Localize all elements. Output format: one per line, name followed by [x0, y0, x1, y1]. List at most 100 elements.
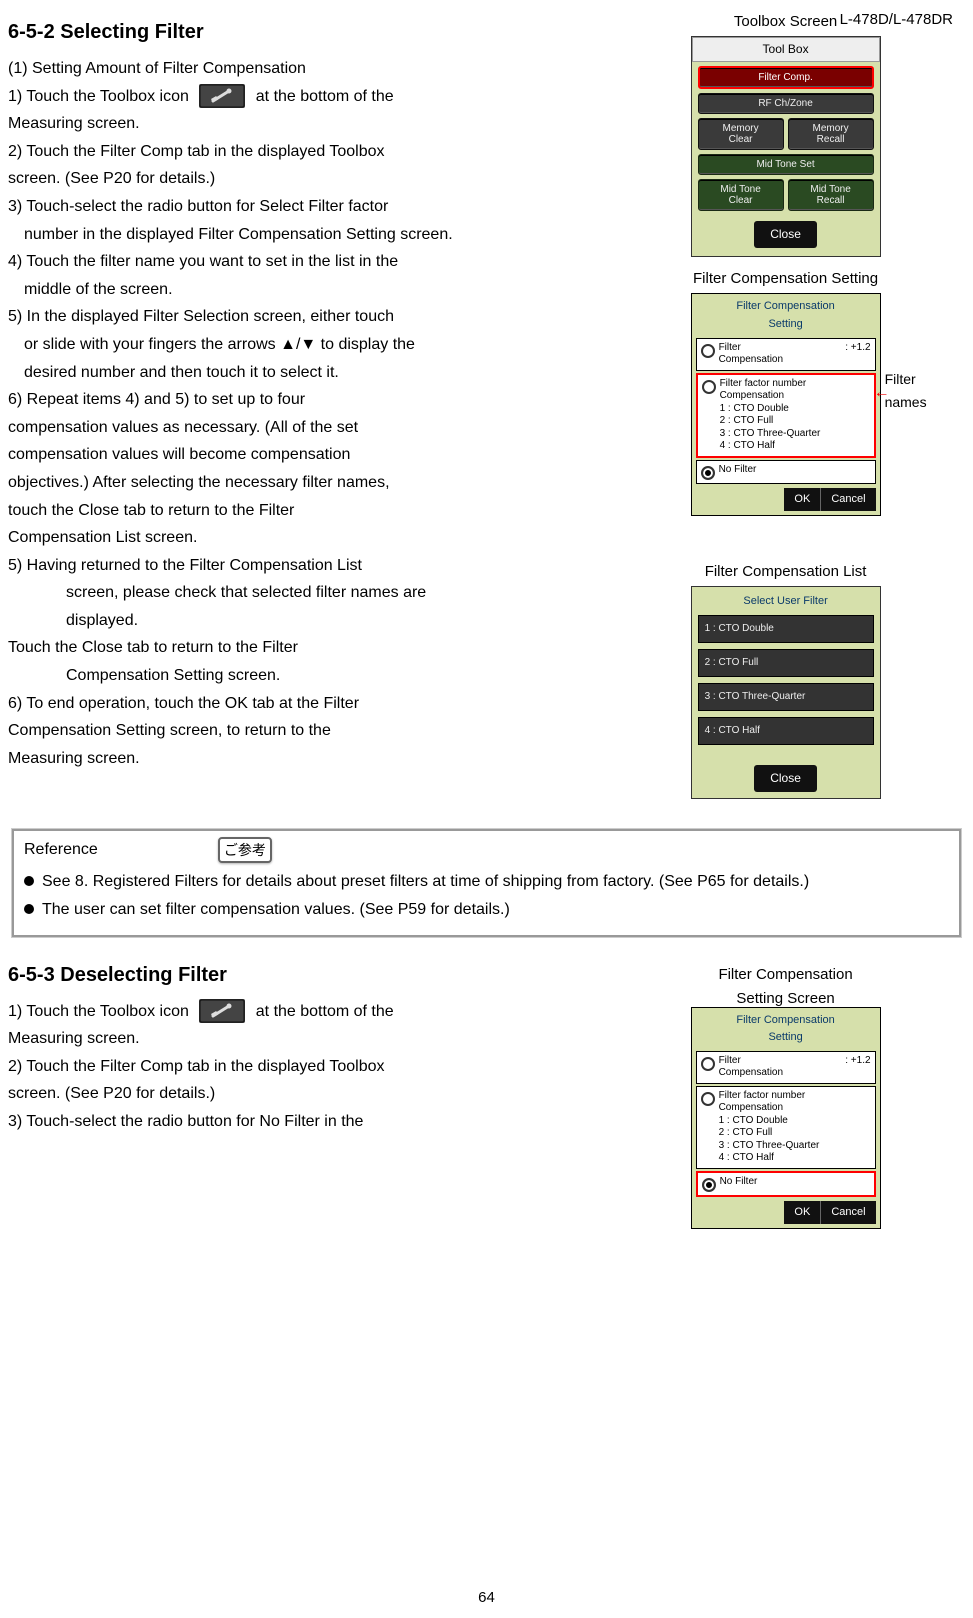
- opt3-label-2: No Filter: [720, 1176, 758, 1189]
- step-1-line2: Measuring screen.: [8, 111, 606, 137]
- radio-filled-icon: [702, 1178, 716, 1192]
- step-6-l2: compensation values as necessary. (All o…: [8, 415, 606, 441]
- d-step1-a: 1) Touch the Toolbox icon: [8, 1003, 189, 1020]
- step-6: 6) Repeat items 4) and 5) to set up to f…: [8, 387, 606, 413]
- step-2: 2) Touch the Filter Comp tab in the disp…: [8, 139, 606, 165]
- mid-tone-recall-button[interactable]: Mid Tone Recall: [788, 179, 874, 211]
- list-close-button[interactable]: Close: [754, 765, 817, 792]
- radio-icon: [702, 380, 716, 394]
- main-text-column: 6-5-2 Selecting Filter (1) Setting Amoun…: [8, 10, 606, 773]
- radio-icon: [701, 344, 715, 358]
- ok-button-2[interactable]: OK: [784, 1201, 821, 1225]
- setting2-caption: Filter Compensation Setting Screen: [606, 963, 965, 1011]
- step-6-l4: objectives.) After selecting the necessa…: [8, 470, 606, 496]
- mid-tone-set-button[interactable]: Mid Tone Set: [698, 154, 874, 175]
- toolbox-caption: Toolbox Screen: [606, 10, 965, 34]
- radio-icon: [701, 1092, 715, 1106]
- bullet-icon: [24, 876, 34, 886]
- opt1-value-2: : +1.2: [845, 1055, 870, 1080]
- opt2-items: 1 : CTO Double 2 : CTO Full 3 : CTO Thre…: [720, 403, 821, 453]
- option-filter-factor[interactable]: Filter factor number Compensation 1 : CT…: [696, 373, 876, 458]
- section-heading-6-5-3: 6-5-3 Deselecting Filter: [8, 959, 606, 991]
- d-step2-b: screen. (See P20 for details.): [8, 1081, 606, 1107]
- step-6-l5: touch the Close tab to return to the Fil…: [8, 498, 606, 524]
- toolbox-icon: [199, 999, 245, 1023]
- step-6b-l2: Compensation Setting screen, to return t…: [8, 718, 606, 744]
- setting2-title: Filter Compensation Setting: [696, 1012, 876, 1047]
- section-heading-6-5-2: 6-5-2 Selecting Filter: [8, 16, 606, 48]
- filter-comp-setting-screen: Filter Compensation Setting Filter Compe…: [691, 293, 881, 516]
- opt3-label: No Filter: [719, 464, 757, 477]
- reference-bullet-1-text: See 8. Registered Filters for details ab…: [42, 869, 809, 895]
- step-3-line2: number in the displayed Filter Compensat…: [24, 222, 606, 248]
- step-5-line2: or slide with your fingers the arrows ▲/…: [24, 332, 606, 358]
- step-6b-l3: Measuring screen.: [8, 746, 606, 772]
- list-item[interactable]: 1 : CTO Double: [698, 615, 874, 643]
- list-caption: Filter Compensation List: [606, 560, 965, 584]
- opt1-label-2: Filter Compensation: [719, 1055, 783, 1080]
- option-filter-comp[interactable]: Filter Compensation : +1.2: [696, 338, 876, 371]
- mid-tone-clear-button[interactable]: Mid Tone Clear: [698, 179, 784, 211]
- step-5-line3: desired number and then touch it to sele…: [24, 360, 606, 386]
- step-5b-l2: screen, please check that selected filte…: [66, 580, 606, 606]
- page-number: 64: [0, 1586, 973, 1610]
- subheading-1: (1) Setting Amount of Filter Compensatio…: [8, 56, 606, 82]
- opt2-label: Filter factor number Compensation: [720, 378, 821, 403]
- rf-ch-zone-button[interactable]: RF Ch/Zone: [698, 93, 874, 114]
- radio-icon: [701, 1057, 715, 1071]
- setting-title: Filter Compensation Setting: [696, 298, 876, 333]
- option-no-filter-2[interactable]: No Filter: [696, 1171, 876, 1197]
- list-item[interactable]: 4 : CTO Half: [698, 717, 874, 745]
- filter-comp-setting-screen-2: Filter Compensation Setting Filter Compe…: [691, 1007, 881, 1230]
- option-filter-factor-2[interactable]: Filter factor number Compensation 1 : CT…: [696, 1086, 876, 1169]
- figures-column: Toolbox Screen Tool Box Filter Comp. RF …: [606, 10, 965, 799]
- step-1-text-b: at the bottom of the: [256, 88, 394, 105]
- radio-filled-icon: [701, 466, 715, 480]
- memory-clear-button[interactable]: Memory Clear: [698, 118, 784, 150]
- setting-caption: Filter Compensation Setting: [606, 267, 965, 291]
- cancel-button[interactable]: Cancel: [821, 488, 875, 512]
- step-6-l6: Compensation List screen.: [8, 525, 606, 551]
- reference-title: Reference: [24, 837, 98, 863]
- toolbox-title: Tool Box: [692, 37, 880, 62]
- toolbox-close-button[interactable]: Close: [754, 221, 817, 248]
- filter-comp-list-screen: Select User Filter 1 : CTO Double 2 : CT…: [691, 586, 881, 799]
- d-step3-a: 3) Touch-select the radio button for No …: [8, 1109, 606, 1135]
- step-5b-l5: Compensation Setting screen.: [66, 663, 606, 689]
- d-step2-a: 2) Touch the Filter Comp tab in the disp…: [8, 1054, 606, 1080]
- step-4: 4) Touch the filter name you want to set…: [8, 249, 606, 275]
- option-no-filter[interactable]: No Filter: [696, 460, 876, 484]
- list-item[interactable]: 3 : CTO Three-Quarter: [698, 683, 874, 711]
- step-5: 5) In the displayed Filter Selection scr…: [8, 304, 606, 330]
- reference-badge: ご参考: [218, 837, 272, 863]
- filter-names-callout: Filter names: [885, 368, 965, 413]
- step-5b-l4: Touch the Close tab to return to the Fil…: [8, 635, 606, 661]
- figures-column-2: Filter Compensation Setting Screen Filte…: [606, 953, 965, 1240]
- list-title: Select User Filter: [698, 593, 874, 611]
- opt1-label: Filter Compensation: [719, 342, 783, 367]
- list-item[interactable]: 2 : CTO Full: [698, 649, 874, 677]
- section-6-5-3-text: 6-5-3 Deselecting Filter 1) Touch the To…: [8, 953, 606, 1137]
- step-6-l3: compensation values will become compensa…: [8, 442, 606, 468]
- toolbox-icon: [199, 84, 245, 108]
- opt1-value: : +1.2: [845, 342, 870, 367]
- step-4-line2: middle of the screen.: [24, 277, 606, 303]
- ok-button[interactable]: OK: [784, 488, 821, 512]
- step-6b: 6) To end operation, touch the OK tab at…: [8, 691, 606, 717]
- reference-bullet-2: The user can set filter compensation val…: [24, 897, 949, 923]
- cancel-button-2[interactable]: Cancel: [821, 1201, 875, 1225]
- filter-comp-button[interactable]: Filter Comp.: [698, 66, 874, 89]
- opt2-items-2: 1 : CTO Double 2 : CTO Full 3 : CTO Thre…: [719, 1115, 820, 1165]
- d-step1-c: Measuring screen.: [8, 1026, 606, 1052]
- step-3: 3) Touch-select the radio button for Sel…: [8, 194, 606, 220]
- step-5b: 5) Having returned to the Filter Compens…: [8, 553, 606, 579]
- reference-bullet-2-text: The user can set filter compensation val…: [42, 897, 510, 923]
- toolbox-screen: Tool Box Filter Comp. RF Ch/Zone Memory …: [691, 36, 881, 257]
- memory-recall-button[interactable]: Memory Recall: [788, 118, 874, 150]
- step-1: 1) Touch the Toolbox icon at the bottom …: [8, 84, 606, 110]
- reference-box: Reference ご参考 See 8. Registered Filters …: [12, 829, 961, 937]
- step-1-text-a: 1) Touch the Toolbox icon: [8, 88, 189, 105]
- step-2-line2: screen. (See P20 for details.): [8, 166, 606, 192]
- step-5b-l3: displayed.: [66, 608, 606, 634]
- option-filter-comp-2[interactable]: Filter Compensation : +1.2: [696, 1051, 876, 1084]
